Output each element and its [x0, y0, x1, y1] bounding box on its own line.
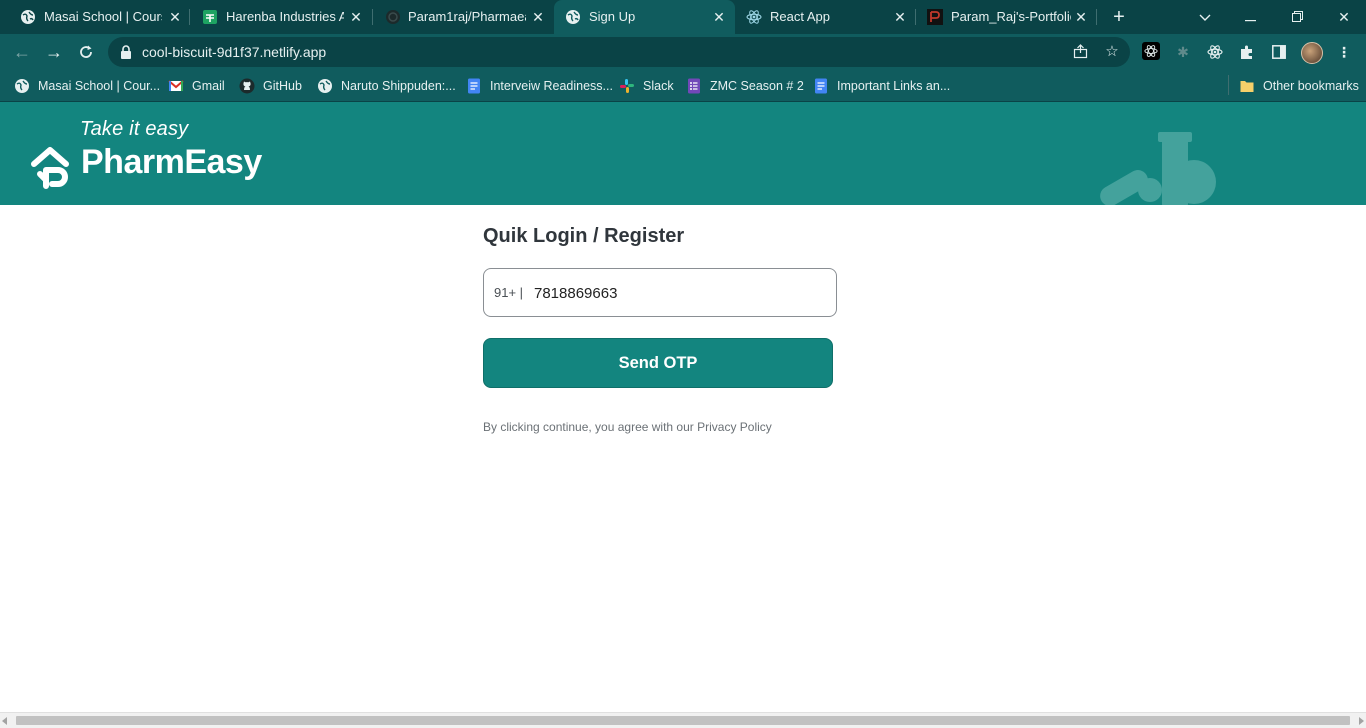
phone-number-input[interactable]	[534, 281, 824, 305]
bookmark-label: Gmail	[192, 79, 225, 93]
new-tab-button[interactable]: +	[1108, 6, 1130, 28]
bookmark-item[interactable]: Naruto Shippuden:...	[317, 77, 456, 95]
back-arrow-icon[interactable]: ←	[10, 40, 34, 64]
react-icon	[746, 10, 762, 24]
tab-search-chevron-icon[interactable]	[1191, 4, 1219, 30]
tab-title: Param_Raj's-Portfolio	[951, 9, 1071, 24]
tab-title: Param1raj/Pharmaeas	[408, 9, 526, 24]
close-tab-icon[interactable]: ✕	[166, 8, 184, 26]
react-extension-icon[interactable]	[1205, 42, 1225, 62]
github-icon	[386, 10, 400, 24]
profile-avatar[interactable]	[1301, 42, 1323, 64]
browser-toolbar: ← → cool-biscuit-9d1f37.netlify.app ☆ ✱ …	[0, 34, 1366, 70]
bookmark-label: Important Links an...	[837, 79, 951, 93]
close-tab-icon[interactable]: ✕	[1072, 8, 1090, 26]
tab-title: Harenba Industries An	[226, 9, 344, 24]
bookmark-item[interactable]: Gmail	[168, 77, 225, 95]
scrollbar-thumb[interactable]	[16, 716, 1350, 725]
medicine-decoration-icon	[1100, 132, 1216, 205]
share-icon[interactable]	[1070, 42, 1090, 62]
bookmark-star-icon[interactable]: ☆	[1102, 42, 1122, 62]
globe-icon	[21, 10, 35, 24]
bookmark-label: GitHub	[263, 79, 302, 93]
privacy-policy-notice: By clicking continue, you agree with our…	[483, 420, 772, 434]
folder-icon	[1240, 81, 1254, 92]
browser-tab-6[interactable]: Param_Raj's-Portfolio ✕	[916, 0, 1097, 34]
forms-icon	[688, 78, 700, 94]
puzzle-extensions-icon[interactable]	[1237, 42, 1257, 62]
bookmark-label: Naruto Shippuden:...	[341, 79, 456, 93]
send-otp-button[interactable]: Send OTP	[483, 338, 833, 388]
brand-tagline: Take it easy	[80, 118, 189, 140]
bookmarks-bar: Masai School | Cour... Gmail GitHub Naru…	[0, 70, 1366, 102]
bookmark-item[interactable]: Important Links an...	[813, 77, 950, 95]
pharmeasy-logo-icon	[31, 147, 69, 189]
minimize-button[interactable]	[1236, 4, 1264, 30]
bookmark-label: Interveiw Readiness...	[490, 79, 613, 93]
gmail-icon	[168, 80, 184, 91]
url-text: cool-biscuit-9d1f37.netlify.app	[142, 44, 327, 60]
close-tab-icon[interactable]: ✕	[347, 8, 365, 26]
browser-tab-3[interactable]: Param1raj/Pharmaeas ✕	[373, 0, 554, 34]
bookmark-item[interactable]: ZMC Season # 2	[686, 77, 804, 95]
bookmarks-divider	[1228, 75, 1229, 95]
brand-name[interactable]: PharmEasy	[81, 143, 262, 182]
close-tab-icon[interactable]: ✕	[710, 8, 728, 26]
slack-icon	[620, 79, 634, 93]
docs-icon	[468, 78, 480, 94]
other-bookmarks-label: Other bookmarks	[1263, 79, 1359, 93]
browser-tab-strip: Masai School | Course ✕ Harenba Industri…	[0, 0, 1366, 34]
side-panel-icon[interactable]	[1269, 42, 1289, 62]
menu-kebab-icon[interactable]: ⋮	[1334, 42, 1354, 62]
forward-arrow-icon[interactable]: →	[42, 40, 66, 64]
country-code-prefix: 91+ |	[494, 285, 524, 300]
browser-tab-4-active[interactable]: Sign Up ✕	[554, 0, 735, 34]
tab-title: React App	[770, 9, 830, 24]
close-tab-icon[interactable]: ✕	[529, 8, 547, 26]
browser-tab-5[interactable]: React App ✕	[735, 0, 916, 34]
scroll-right-arrow-icon[interactable]	[1359, 717, 1364, 725]
bookmark-item[interactable]: Slack	[619, 77, 674, 95]
tab-title: Sign Up	[589, 9, 636, 24]
extension-react-devtools-icon[interactable]	[1142, 42, 1160, 60]
horizontal-scrollbar[interactable]	[0, 712, 1366, 728]
bookmark-label: Masai School | Cour...	[38, 79, 161, 93]
address-bar[interactable]: cool-biscuit-9d1f37.netlify.app ☆	[108, 37, 1130, 67]
browser-tab-1[interactable]: Masai School | Course ✕	[0, 0, 190, 34]
bookmark-label: ZMC Season # 2	[710, 79, 804, 93]
globe-icon	[15, 79, 29, 93]
close-tab-icon[interactable]: ✕	[891, 8, 909, 26]
tab-title: Masai School | Course	[44, 9, 162, 24]
bookmark-item[interactable]: Interveiw Readiness...	[466, 77, 613, 95]
docs-icon	[815, 78, 827, 94]
portfolio-icon	[927, 9, 943, 25]
restore-button[interactable]	[1283, 4, 1311, 30]
sheets-icon	[203, 10, 217, 24]
login-heading: Quik Login / Register	[483, 225, 685, 247]
globe-icon	[566, 10, 580, 24]
lock-icon	[121, 45, 131, 59]
bookmark-item[interactable]: Masai School | Cour...	[14, 77, 160, 95]
bug-extension-icon[interactable]: ✱	[1173, 42, 1193, 62]
github-icon	[239, 78, 255, 94]
reload-icon[interactable]	[74, 40, 98, 64]
scroll-left-arrow-icon[interactable]	[2, 717, 7, 725]
bookmark-item[interactable]: GitHub	[239, 77, 302, 95]
other-bookmarks[interactable]: Other bookmarks	[1239, 77, 1359, 95]
close-window-button[interactable]: ✕	[1330, 4, 1358, 30]
bookmark-label: Slack	[643, 79, 674, 93]
tab-separator	[1096, 9, 1097, 25]
phone-number-field[interactable]: 91+ |	[483, 268, 837, 317]
globe-icon	[318, 79, 332, 93]
browser-tab-2[interactable]: Harenba Industries An ✕	[190, 0, 373, 34]
pharmeasy-header: Take it easy PharmEasy	[0, 102, 1366, 205]
